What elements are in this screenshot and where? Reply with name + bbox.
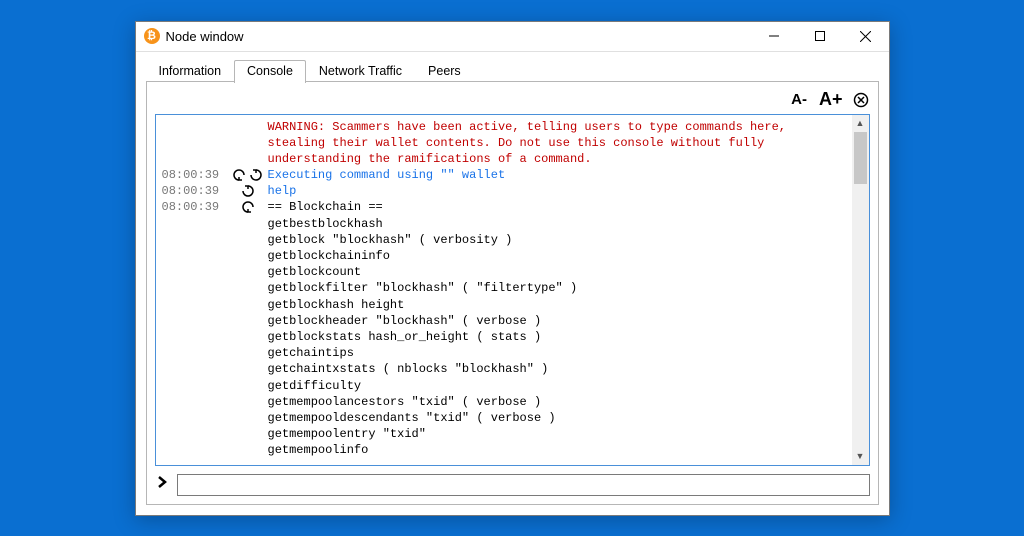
direction-icon: [228, 199, 268, 215]
tab-information[interactable]: Information: [146, 60, 235, 82]
minimize-button[interactable]: [751, 22, 797, 51]
direction-icon: [228, 183, 268, 199]
console-scroll-area: WARNING: Scammers have been active, tell…: [156, 115, 852, 465]
console-toolbar: A- A+: [155, 88, 870, 112]
font-bigger-button[interactable]: A+: [816, 89, 846, 110]
maximize-button[interactable]: [797, 22, 843, 51]
console-row: 08:00:39 help: [162, 183, 846, 199]
window-controls: [751, 22, 889, 51]
node-window: ₿ Node window Information Console Networ…: [135, 21, 890, 516]
clear-icon: [853, 92, 869, 108]
timestamp: 08:00:39: [162, 183, 228, 198]
scroll-down-arrow[interactable]: ▼: [852, 448, 869, 465]
scroll-thumb[interactable]: [854, 132, 867, 184]
console-warning-row: WARNING: Scammers have been active, tell…: [162, 119, 846, 168]
timestamp: 08:00:39: [162, 199, 228, 214]
console-output: WARNING: Scammers have been active, tell…: [155, 114, 870, 466]
console-message: help: [268, 183, 846, 199]
console-message: == Blockchain == getbestblockhash getblo…: [268, 199, 846, 458]
console-warning: WARNING: Scammers have been active, tell…: [268, 119, 846, 168]
window-title: Node window: [166, 29, 244, 44]
titlebar: ₿ Node window: [136, 22, 889, 52]
tab-bar: Information Console Network Traffic Peer…: [146, 58, 879, 82]
vertical-scrollbar[interactable]: ▲ ▼: [852, 115, 869, 465]
console-row: 08:00:39 Executing command using "" wall…: [162, 167, 846, 183]
console-row: 08:00:39 == Blockchain == getbestblockhas…: [162, 199, 846, 458]
command-input-row: [155, 474, 870, 496]
tab-peers[interactable]: Peers: [415, 60, 474, 82]
scroll-up-arrow[interactable]: ▲: [852, 115, 869, 132]
direction-icon: [228, 167, 268, 183]
timestamp: 08:00:39: [162, 167, 228, 182]
client-area: Information Console Network Traffic Peer…: [136, 52, 889, 515]
close-button[interactable]: [843, 22, 889, 51]
tab-console[interactable]: Console: [234, 60, 306, 83]
console-panel: A- A+ WARNING: Scammers have been active: [146, 82, 879, 505]
clear-console-button[interactable]: [852, 91, 870, 109]
font-smaller-button[interactable]: A-: [788, 91, 810, 108]
tab-network-traffic[interactable]: Network Traffic: [306, 60, 415, 82]
prompt-icon: [155, 475, 171, 494]
console-message: Executing command using "" wallet: [268, 167, 846, 183]
command-input[interactable]: [177, 474, 870, 496]
app-icon: ₿: [144, 28, 160, 44]
